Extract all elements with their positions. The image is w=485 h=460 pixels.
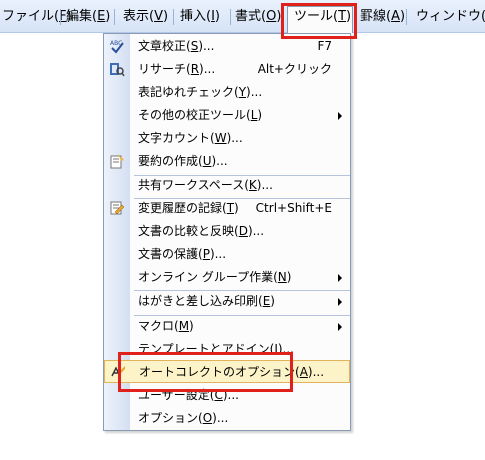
menu-item-auto-summarize[interactable]: 要約の作成(U)... (104, 150, 350, 173)
menu-item-options[interactable]: オプション(O)... (104, 407, 350, 430)
menu-item-track-changes[interactable]: 変更履歴の記録(T) Ctrl+Shift+E (104, 197, 350, 220)
menu-item-research[interactable]: リサーチ(R)... Alt+クリック (104, 58, 350, 81)
menu-item-protect-document[interactable]: 文書の保護(P)... (104, 243, 350, 266)
menu-file[interactable]: ファイル(F) (0, 6, 74, 28)
shortcut-text: Alt+クリック (257, 62, 332, 76)
menu-edit[interactable]: 編集(E) (64, 6, 112, 28)
menubar-separator (173, 9, 174, 25)
menu-format[interactable]: 書式(O) (233, 6, 283, 28)
menu-view[interactable]: 表示(V) (121, 6, 170, 28)
submenu-arrow-icon (338, 112, 342, 120)
summary-icon (109, 153, 125, 169)
track-changes-icon (109, 200, 125, 216)
submenu-arrow-icon (338, 298, 342, 306)
menu-item-notation-check[interactable]: 表記ゆれチェック(Y)... (104, 81, 350, 104)
submenu-arrow-icon (338, 274, 342, 282)
menubar-separator (114, 9, 115, 25)
menu-item-macro[interactable]: マクロ(M) (104, 315, 350, 338)
menu-item-word-count[interactable]: 文字カウント(W)... (104, 127, 350, 150)
menubar-separator (230, 9, 231, 25)
highlight-box-tools-menu (281, 3, 357, 39)
menu-window[interactable]: ウィンドウ(W) (414, 6, 485, 28)
highlight-box-autocorrect (118, 352, 293, 392)
menu-item-mail-merge[interactable]: はがきと差し込み印刷(E) (104, 290, 350, 313)
menu-table[interactable]: 罫線(A) (358, 6, 407, 28)
research-book-icon (109, 61, 125, 77)
submenu-arrow-icon (338, 323, 342, 331)
menubar-separator (406, 9, 407, 25)
menu-item-shared-workspace[interactable]: 共有ワークスペース(K)... (104, 174, 350, 197)
menu-item-other-proofing-tools[interactable]: その他の校正ツール(L) (104, 104, 350, 127)
abc-check-icon: ABC (109, 38, 125, 54)
menu-item-compare-merge[interactable]: 文書の比較と反映(D)... (104, 220, 350, 243)
menubar-separator (60, 9, 61, 25)
menu-insert[interactable]: 挿入(I) (178, 6, 222, 28)
menu-bar: ファイル(F) 編集(E) 表示(V) 挿入(I) 書式(O) ツール(T) 罫… (0, 0, 485, 33)
shortcut-text: Ctrl+Shift+E (255, 201, 332, 215)
menu-item-online-collaboration[interactable]: オンライン グループ作業(N) (104, 266, 350, 289)
